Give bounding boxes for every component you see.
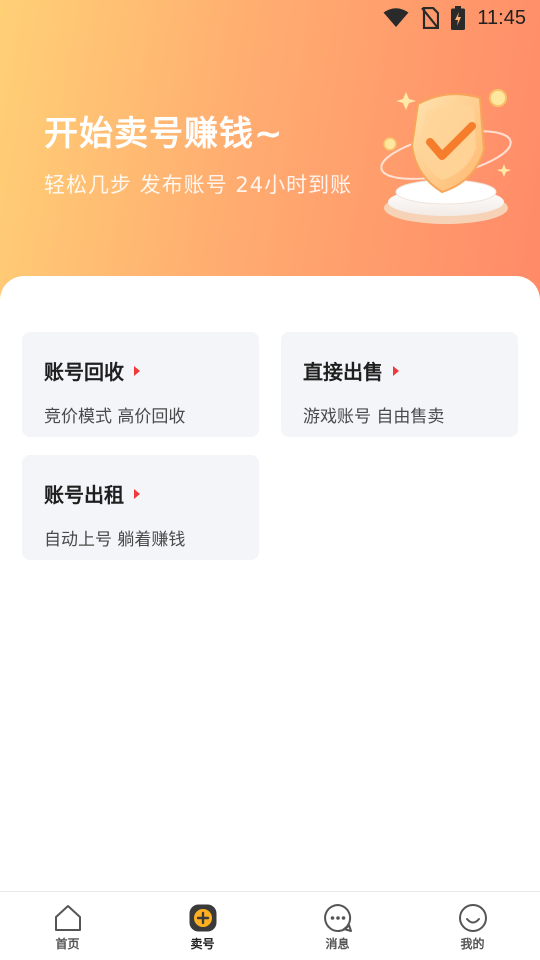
account-rental-card[interactable]: 账号出租 自动上号 躺着赚钱 <box>22 455 259 560</box>
arrow-right-icon <box>393 365 399 376</box>
tab-sell[interactable]: 卖号 <box>135 892 270 960</box>
tab-home[interactable]: 首页 <box>0 892 135 960</box>
card-title-text: 账号出租 <box>44 483 124 507</box>
bottom-tab-bar: 首页 卖号 消息 我的 <box>0 891 540 960</box>
no-sim-icon <box>421 7 440 29</box>
arrow-right-icon <box>134 365 140 376</box>
card-description: 游戏账号 自由售卖 <box>303 407 445 427</box>
hero-title: 开始卖号赚钱~ <box>44 114 284 154</box>
wifi-icon <box>383 8 409 28</box>
card-title-text: 直接出售 <box>303 360 383 384</box>
arrow-right-icon <box>134 488 140 499</box>
sell-plus-icon <box>188 903 218 933</box>
tab-label: 我的 <box>460 937 485 951</box>
hero-banner: 11:45 开始卖号赚钱~ 轻松几步 发布账号 24小时到账 <box>0 0 540 300</box>
card-title: 账号回收 <box>44 356 140 385</box>
content-sheet: 账号回收 竞价模式 高价回收 直接出售 游戏账号 自由售卖 账号出租 自动上号 … <box>0 276 540 891</box>
tab-label: 消息 <box>325 937 350 951</box>
status-time: 11:45 <box>477 6 526 29</box>
card-title-text: 账号回收 <box>44 360 124 384</box>
account-recycle-card[interactable]: 账号回收 竞价模式 高价回收 <box>22 332 259 437</box>
card-description: 竞价模式 高价回收 <box>44 407 186 427</box>
tab-label: 首页 <box>55 937 80 951</box>
status-bar: 11:45 <box>0 0 540 36</box>
battery-charging-icon <box>451 6 466 30</box>
tab-label: 卖号 <box>190 937 215 951</box>
home-icon <box>53 903 83 933</box>
direct-sale-card[interactable]: 直接出售 游戏账号 自由售卖 <box>281 332 518 437</box>
card-title: 直接出售 <box>303 356 399 385</box>
tab-messages[interactable]: 消息 <box>270 892 405 960</box>
shield-check-illustration <box>376 80 516 230</box>
profile-smile-icon <box>458 903 488 933</box>
hero-subtitle: 轻松几步 发布账号 24小时到账 <box>44 173 353 197</box>
tab-profile[interactable]: 我的 <box>405 892 540 960</box>
card-description: 自动上号 躺着赚钱 <box>44 530 186 550</box>
message-icon <box>323 903 353 933</box>
card-title: 账号出租 <box>44 479 140 508</box>
